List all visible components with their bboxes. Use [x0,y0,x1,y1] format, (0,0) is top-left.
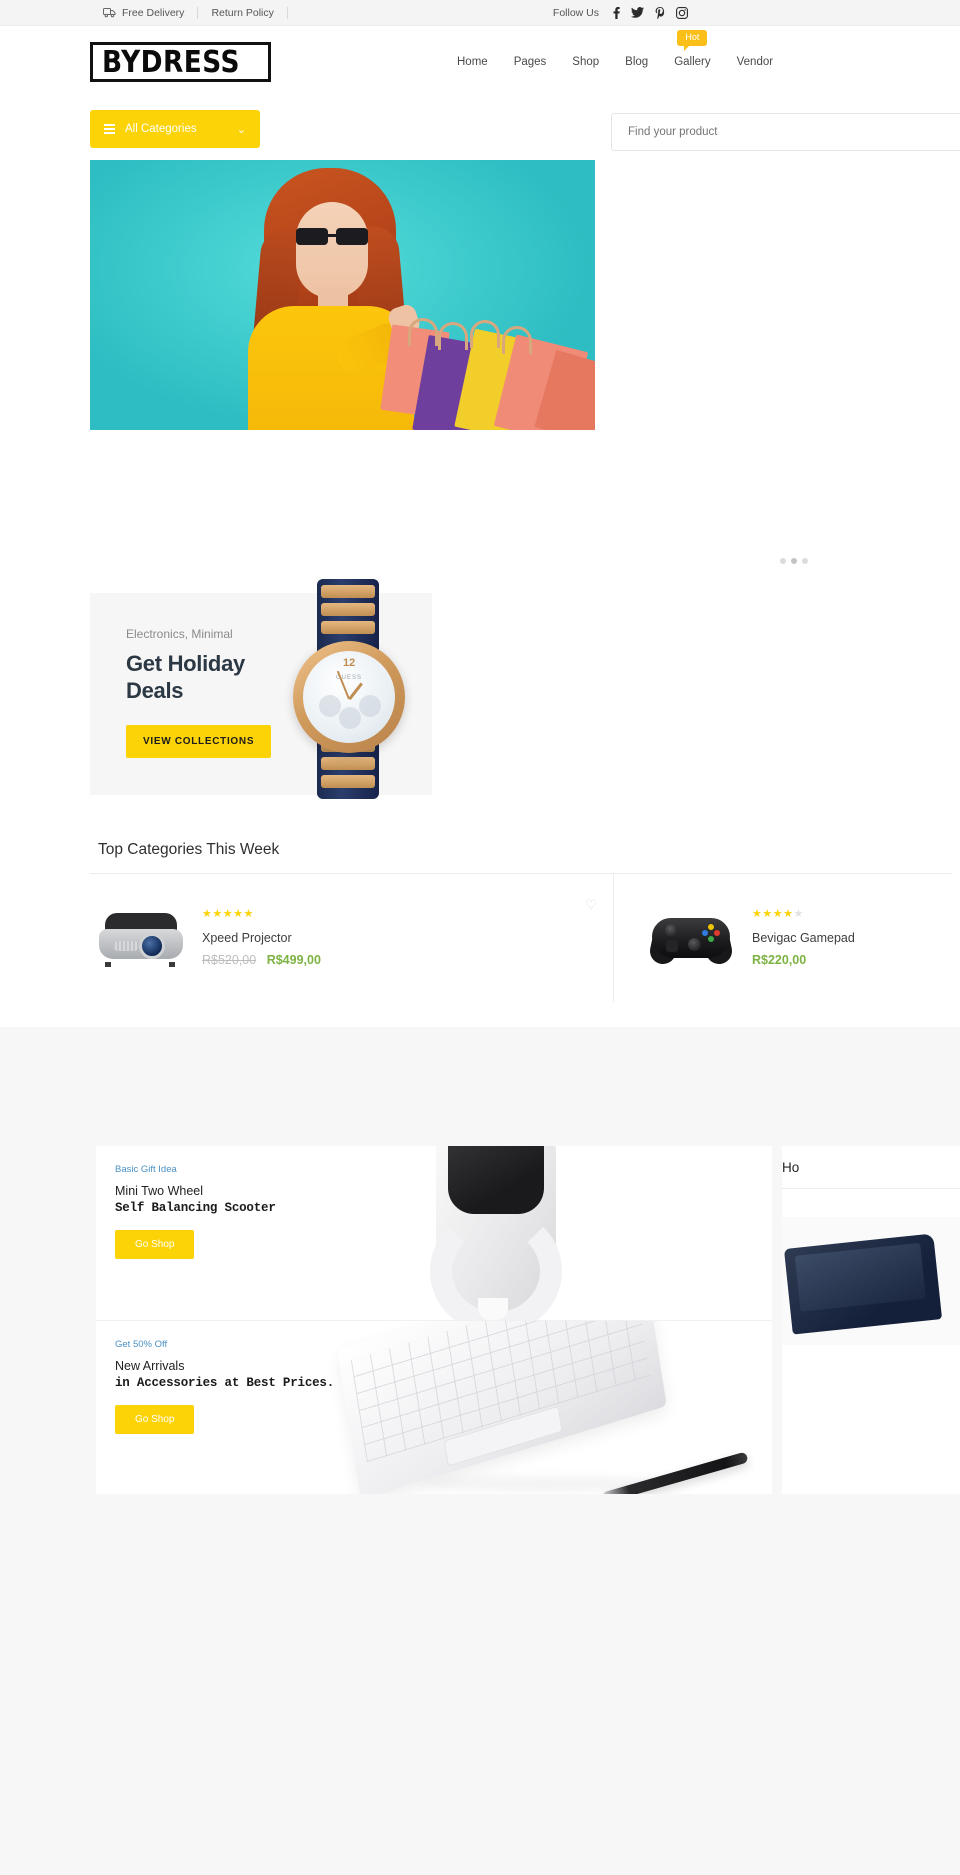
smartwatch-image [356,1146,686,1320]
top-bar-free-delivery-label: Free Delivery [122,6,185,19]
side-panel: Ho [782,1146,960,1494]
nav-item-vendor[interactable]: Vendor [724,56,786,68]
keyboard-stylus-image [302,1321,772,1494]
product-info: ★★★★★ Xpeed Projector R$520,00 R$499,00 [202,908,613,968]
banner-line2: in Accessories at Best Prices. [115,1375,335,1390]
top-bar-social-area: Follow Us [552,6,946,19]
side-panel-divider [782,1188,960,1189]
top-bar-return-policy[interactable]: Return Policy [198,7,286,19]
heart-icon[interactable]: ♡ [585,898,597,911]
top-bar: Free Delivery Return Policy Follow Us [0,0,960,26]
model-face [296,202,368,298]
top-bar-free-delivery[interactable]: Free Delivery [90,7,197,19]
hero-slide-image[interactable] [90,160,595,430]
twitter-icon[interactable] [631,7,644,18]
top-bar-return-policy-label: Return Policy [211,6,274,19]
facebook-icon[interactable] [613,6,620,19]
search-input[interactable] [628,126,960,138]
product-info: ★★★★★ Bevigac Gamepad R$220,00 [752,908,953,968]
projector-image [98,900,184,976]
site-header: BYDRESS Home Pages Shop Blog Hot Gallery… [0,26,960,98]
promo-banner-scooter[interactable]: Basic Gift Idea Mini Two Wheel Self Bala… [96,1146,772,1320]
holiday-deals-banner[interactable]: Electronics, Minimal Get Holiday Deals V… [90,579,432,799]
hero-pagination-dots[interactable] [780,558,808,564]
site-logo[interactable]: BYDRESS [90,42,271,82]
price-old: R$520,00 [202,953,257,967]
banner-text-block: Get 50% Off New Arrivals in Accessories … [115,1339,334,1434]
side-panel-title: Ho [782,1160,800,1175]
product-row: ★★★★★ Xpeed Projector R$520,00 R$499,00 … [98,874,960,1002]
promo-banner-list: Basic Gift Idea Mini Two Wheel Self Bala… [96,1146,772,1494]
all-categories-button[interactable]: All Categories ⌄ [90,110,260,148]
top-bar-links: Free Delivery Return Policy [90,6,288,19]
go-shop-button[interactable]: Go Shop [115,1230,195,1259]
product-card-xpeed-projector[interactable]: ★★★★★ Xpeed Projector R$520,00 R$499,00 … [98,874,613,1002]
nav-item-gallery[interactable]: Hot Gallery [661,30,723,68]
nav-item-shop[interactable]: Shop [559,56,612,68]
hero-section [0,160,960,564]
banner-kicker: Basic Gift Idea [115,1164,177,1175]
hero-dot-1[interactable] [780,558,786,564]
banner-line1: Mini Two Wheel [115,1184,203,1198]
nav-item-gallery-label: Gallery [674,56,711,68]
hero-dot-3[interactable] [802,558,808,564]
rating-stars: ★★★★★ [752,908,804,920]
banner-kicker: Get 50% Off [115,1339,168,1350]
hot-badge: Hot [677,30,708,51]
search-box[interactable] [611,113,960,151]
laptop-image[interactable] [782,1217,960,1345]
price-new: R$220,00 [752,953,807,967]
main-navigation: Home Pages Shop Blog Hot Gallery Vendor [444,26,786,98]
product-card-bevigac-gamepad[interactable]: ★★★★★ Bevigac Gamepad R$220,00 [613,874,953,1002]
banner-line2: Self Balancing Scooter [115,1200,276,1215]
truck-icon [103,7,116,18]
nav-item-blog[interactable]: Blog [612,56,661,68]
promo-title: Get Holiday Deals [126,651,432,705]
nav-item-home[interactable]: Home [444,56,501,68]
all-categories-label: All Categories [125,123,197,135]
top-bar-divider-2 [286,6,288,19]
shopping-bags [380,318,595,430]
top-categories-title: Top Categories This Week [98,841,280,858]
sunglasses-icon [294,228,370,245]
promo-section: Electronics, Minimal Get Holiday Deals V… [0,579,960,799]
product-name[interactable]: Bevigac Gamepad [752,931,953,945]
product-prices: R$220,00 [752,953,953,967]
social-icons [613,6,688,19]
gamepad-image [647,900,735,976]
top-categories-section: Top Categories This Week ★★★★★ Xpeed Pro… [0,841,960,1002]
promo-title-line1: Get Holiday [126,651,245,676]
list-icon [104,123,115,135]
go-shop-button[interactable]: Go Shop [115,1405,195,1434]
pinterest-icon[interactable] [655,6,665,19]
nav-item-pages[interactable]: Pages [501,56,560,68]
hero-dot-2[interactable] [791,558,797,564]
product-name[interactable]: Xpeed Projector [202,931,613,945]
promo-kicker: Electronics, Minimal [126,627,233,641]
product-prices: R$520,00 R$499,00 [202,953,613,967]
banner-text-block: Basic Gift Idea Mini Two Wheel Self Bala… [115,1164,276,1259]
chevron-down-icon: ⌄ [236,123,246,136]
promo-banner-new-arrivals[interactable]: Get 50% Off New Arrivals in Accessories … [96,1320,772,1494]
view-collections-button[interactable]: VIEW COLLECTIONS [126,724,272,758]
instagram-icon[interactable] [676,6,688,19]
follow-us-label: Follow Us [552,6,599,19]
page-root: Free Delivery Return Policy Follow Us BY… [0,0,960,1875]
promo-text-block: Electronics, Minimal Get Holiday Deals V… [90,593,432,758]
rating-stars: ★★★★★ [202,908,254,920]
banner-line1: New Arrivals [115,1359,185,1373]
site-logo-text: BYDRESS [102,45,240,80]
price-new: R$499,00 [266,953,321,967]
promo-title-line2: Deals [126,677,184,703]
